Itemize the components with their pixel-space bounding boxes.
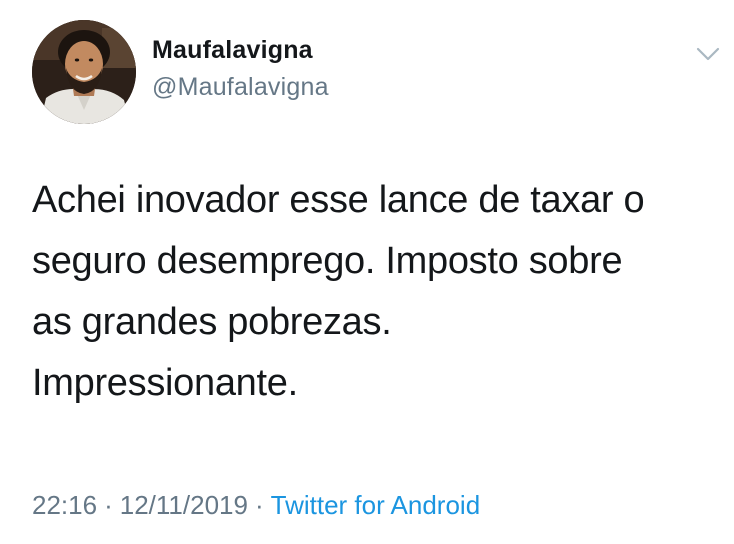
- tweet-time: 22:16: [32, 490, 98, 520]
- tweet-text-line: Impressionante.: [32, 362, 298, 404]
- tweet-date: 12/11/2019: [119, 490, 248, 520]
- tweet-text-line: seguro desemprego. Imposto sobre: [32, 240, 623, 282]
- user-handle[interactable]: @Maufalavigna: [152, 73, 329, 102]
- meta-separator: ·: [254, 490, 264, 520]
- meta-separator: ·: [104, 490, 113, 520]
- tweet-source-link[interactable]: Twitter for Android: [271, 490, 481, 520]
- avatar[interactable]: [32, 20, 136, 124]
- tweet-text-line: as grandes pobrezas.: [32, 301, 392, 343]
- tweet-text: Achei inovador esse lance de taxar o seg…: [32, 170, 722, 414]
- tweet-text-line: Achei inovador esse lance de taxar o: [32, 179, 645, 221]
- tweet-card: Maufalavigna @Maufalavigna Achei inovado…: [0, 0, 734, 544]
- avatar-photo: [32, 20, 136, 124]
- chevron-down-icon[interactable]: [694, 44, 722, 64]
- display-name[interactable]: Maufalavigna: [152, 36, 313, 65]
- tweet-meta: 22:16 · 12/11/2019 · Twitter for Android: [32, 490, 480, 521]
